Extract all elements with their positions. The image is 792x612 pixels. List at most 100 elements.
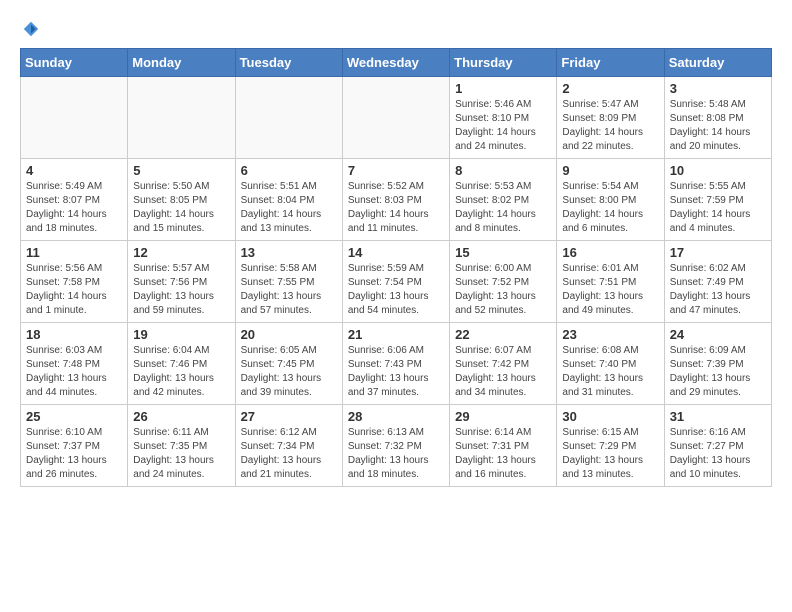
day-info: Sunrise: 6:06 AM Sunset: 7:43 PM Dayligh…: [348, 344, 444, 400]
day-info: Sunrise: 5:54 AM Sunset: 8:00 PM Dayligh…: [562, 180, 658, 236]
calendar-day-cell: [342, 77, 449, 159]
day-number: 22: [455, 327, 551, 342]
calendar-day-cell: 17 Sunrise: 6:02 AM Sunset: 7:49 PM Dayli…: [664, 241, 771, 323]
day-number: 1: [455, 81, 551, 96]
day-of-week-header: Monday: [128, 49, 235, 77]
day-info: Sunrise: 6:16 AM Sunset: 7:27 PM Dayligh…: [670, 426, 766, 482]
day-number: 30: [562, 409, 658, 424]
calendar-week-row: 18Sunrise: 6:03 AM Sunset: 7:48 PM Dayli…: [21, 323, 772, 405]
day-number: 28: [348, 409, 444, 424]
day-number: 11: [26, 245, 122, 260]
day-number: 29: [455, 409, 551, 424]
calendar-day-cell: 9 Sunrise: 5:54 AM Sunset: 8:00 PM Daylig…: [557, 159, 664, 241]
day-of-week-header: Wednesday: [342, 49, 449, 77]
day-info: Sunrise: 6:15 AM Sunset: 7:29 PM Dayligh…: [562, 426, 658, 482]
day-of-week-header: Sunday: [21, 49, 128, 77]
calendar-day-cell: 6 Sunrise: 5:51 AM Sunset: 8:04 PM Daylig…: [235, 159, 342, 241]
day-info: Sunrise: 6:03 AM Sunset: 7:48 PM Dayligh…: [26, 344, 122, 400]
calendar-day-cell: 8 Sunrise: 5:53 AM Sunset: 8:02 PM Daylig…: [450, 159, 557, 241]
day-number: 16: [562, 245, 658, 260]
day-info: Sunrise: 5:57 AM Sunset: 7:56 PM Dayligh…: [133, 262, 229, 318]
day-info: Sunrise: 6:02 AM Sunset: 7:49 PM Dayligh…: [670, 262, 766, 318]
calendar-day-cell: [21, 77, 128, 159]
calendar-day-cell: 25 Sunrise: 6:10 AM Sunset: 7:37 PM Dayli…: [21, 405, 128, 487]
calendar-day-cell: 4 Sunrise: 5:49 AM Sunset: 8:07 PM Daylig…: [21, 159, 128, 241]
day-info: Sunrise: 5:56 AM Sunset: 7:58 PM Dayligh…: [26, 262, 122, 318]
calendar-day-cell: 3Sunrise: 5:48 AM Sunset: 8:08 PM Daylig…: [664, 77, 771, 159]
day-info: Sunrise: 6:01 AM Sunset: 7:51 PM Dayligh…: [562, 262, 658, 318]
calendar-day-cell: 30 Sunrise: 6:15 AM Sunset: 7:29 PM Dayli…: [557, 405, 664, 487]
calendar-day-cell: 23Sunrise: 6:08 AM Sunset: 7:40 PM Dayli…: [557, 323, 664, 405]
calendar-day-cell: 7Sunrise: 5:52 AM Sunset: 8:03 PM Daylig…: [342, 159, 449, 241]
day-number: 4: [26, 163, 122, 178]
day-info: Sunrise: 5:50 AM Sunset: 8:05 PM Dayligh…: [133, 180, 229, 236]
day-number: 19: [133, 327, 229, 342]
calendar-day-cell: 16 Sunrise: 6:01 AM Sunset: 7:51 PM Dayli…: [557, 241, 664, 323]
day-info: Sunrise: 6:11 AM Sunset: 7:35 PM Dayligh…: [133, 426, 229, 482]
days-of-week-row: SundayMondayTuesdayWednesdayThursdayFrid…: [21, 49, 772, 77]
calendar-week-row: 11 Sunrise: 5:56 AM Sunset: 7:58 PM Dayli…: [21, 241, 772, 323]
calendar-day-cell: 24 Sunrise: 6:09 AM Sunset: 7:39 PM Dayli…: [664, 323, 771, 405]
day-number: 9: [562, 163, 658, 178]
day-number: 6: [241, 163, 337, 178]
calendar-day-cell: 5Sunrise: 5:50 AM Sunset: 8:05 PM Daylig…: [128, 159, 235, 241]
calendar-week-row: 4 Sunrise: 5:49 AM Sunset: 8:07 PM Daylig…: [21, 159, 772, 241]
day-info: Sunrise: 5:47 AM Sunset: 8:09 PM Dayligh…: [562, 98, 658, 154]
calendar-day-cell: 12 Sunrise: 5:57 AM Sunset: 7:56 PM Dayli…: [128, 241, 235, 323]
day-number: 31: [670, 409, 766, 424]
day-number: 10: [670, 163, 766, 178]
day-of-week-header: Tuesday: [235, 49, 342, 77]
day-number: 23: [562, 327, 658, 342]
day-info: Sunrise: 5:46 AM Sunset: 8:10 PM Dayligh…: [455, 98, 551, 154]
day-info: Sunrise: 6:09 AM Sunset: 7:39 PM Dayligh…: [670, 344, 766, 400]
day-info: Sunrise: 6:07 AM Sunset: 7:42 PM Dayligh…: [455, 344, 551, 400]
calendar-day-cell: [235, 77, 342, 159]
day-number: 24: [670, 327, 766, 342]
day-info: Sunrise: 5:53 AM Sunset: 8:02 PM Dayligh…: [455, 180, 551, 236]
logo: [20, 20, 40, 38]
calendar-day-cell: 21 Sunrise: 6:06 AM Sunset: 7:43 PM Dayli…: [342, 323, 449, 405]
day-number: 25: [26, 409, 122, 424]
day-info: Sunrise: 5:55 AM Sunset: 7:59 PM Dayligh…: [670, 180, 766, 236]
day-info: Sunrise: 5:49 AM Sunset: 8:07 PM Dayligh…: [26, 180, 122, 236]
day-info: Sunrise: 5:51 AM Sunset: 8:04 PM Dayligh…: [241, 180, 337, 236]
calendar-day-cell: 15Sunrise: 6:00 AM Sunset: 7:52 PM Dayli…: [450, 241, 557, 323]
calendar-day-cell: 20 Sunrise: 6:05 AM Sunset: 7:45 PM Dayli…: [235, 323, 342, 405]
calendar-body: 1 Sunrise: 5:46 AM Sunset: 8:10 PM Daylig…: [21, 77, 772, 487]
calendar-day-cell: 13Sunrise: 5:58 AM Sunset: 7:55 PM Dayli…: [235, 241, 342, 323]
day-number: 20: [241, 327, 337, 342]
calendar-day-cell: 14 Sunrise: 5:59 AM Sunset: 7:54 PM Dayli…: [342, 241, 449, 323]
calendar-day-cell: 18Sunrise: 6:03 AM Sunset: 7:48 PM Dayli…: [21, 323, 128, 405]
calendar-table: SundayMondayTuesdayWednesdayThursdayFrid…: [20, 48, 772, 487]
calendar-day-cell: 19Sunrise: 6:04 AM Sunset: 7:46 PM Dayli…: [128, 323, 235, 405]
day-info: Sunrise: 6:05 AM Sunset: 7:45 PM Dayligh…: [241, 344, 337, 400]
day-info: Sunrise: 5:52 AM Sunset: 8:03 PM Dayligh…: [348, 180, 444, 236]
calendar-week-row: 25 Sunrise: 6:10 AM Sunset: 7:37 PM Dayli…: [21, 405, 772, 487]
calendar-week-row: 1 Sunrise: 5:46 AM Sunset: 8:10 PM Daylig…: [21, 77, 772, 159]
calendar-day-cell: [128, 77, 235, 159]
day-number: 17: [670, 245, 766, 260]
day-number: 21: [348, 327, 444, 342]
calendar-day-cell: 10 Sunrise: 5:55 AM Sunset: 7:59 PM Dayli…: [664, 159, 771, 241]
calendar-day-cell: 27Sunrise: 6:12 AM Sunset: 7:34 PM Dayli…: [235, 405, 342, 487]
day-info: Sunrise: 6:00 AM Sunset: 7:52 PM Dayligh…: [455, 262, 551, 318]
calendar-day-cell: 26 Sunrise: 6:11 AM Sunset: 7:35 PM Dayli…: [128, 405, 235, 487]
day-info: Sunrise: 6:10 AM Sunset: 7:37 PM Dayligh…: [26, 426, 122, 482]
day-number: 3: [670, 81, 766, 96]
day-number: 26: [133, 409, 229, 424]
day-info: Sunrise: 5:58 AM Sunset: 7:55 PM Dayligh…: [241, 262, 337, 318]
day-info: Sunrise: 5:59 AM Sunset: 7:54 PM Dayligh…: [348, 262, 444, 318]
header: [20, 20, 772, 38]
calendar-day-cell: 1 Sunrise: 5:46 AM Sunset: 8:10 PM Daylig…: [450, 77, 557, 159]
day-of-week-header: Friday: [557, 49, 664, 77]
day-info: Sunrise: 6:12 AM Sunset: 7:34 PM Dayligh…: [241, 426, 337, 482]
calendar-day-cell: 2Sunrise: 5:47 AM Sunset: 8:09 PM Daylig…: [557, 77, 664, 159]
calendar-day-cell: 22 Sunrise: 6:07 AM Sunset: 7:42 PM Dayli…: [450, 323, 557, 405]
day-number: 8: [455, 163, 551, 178]
day-number: 12: [133, 245, 229, 260]
day-info: Sunrise: 6:13 AM Sunset: 7:32 PM Dayligh…: [348, 426, 444, 482]
calendar-day-cell: 29 Sunrise: 6:14 AM Sunset: 7:31 PM Dayli…: [450, 405, 557, 487]
day-number: 14: [348, 245, 444, 260]
day-info: Sunrise: 6:14 AM Sunset: 7:31 PM Dayligh…: [455, 426, 551, 482]
calendar-day-cell: 28 Sunrise: 6:13 AM Sunset: 7:32 PM Dayli…: [342, 405, 449, 487]
